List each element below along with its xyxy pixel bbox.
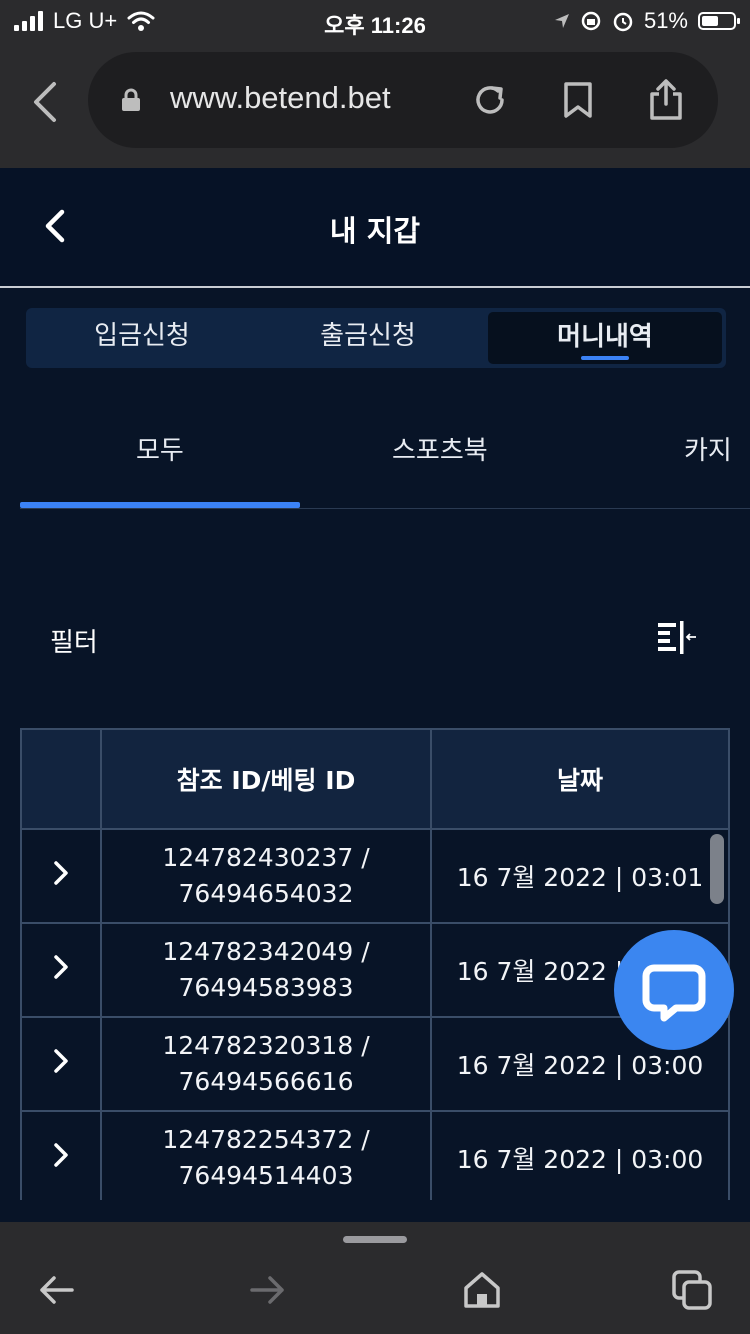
reference-id-cell: 124782430237 / 76494654032 bbox=[100, 828, 432, 924]
header-expand bbox=[20, 728, 102, 830]
tab-casino[interactable]: 카지 bbox=[684, 430, 732, 467]
active-segment-indicator bbox=[581, 356, 629, 360]
home-icon[interactable] bbox=[460, 1268, 504, 1312]
chevron-right-icon bbox=[54, 955, 68, 979]
bet-id: 76494583983 bbox=[178, 973, 354, 1002]
expand-row-button[interactable] bbox=[20, 1016, 102, 1112]
location-arrow-icon bbox=[554, 14, 569, 28]
bookmark-icon[interactable] bbox=[556, 78, 600, 122]
bet-id: 76494566616 bbox=[178, 1067, 354, 1096]
wallet-segment-control: 입금신청 출금신청 머니내역 bbox=[26, 308, 726, 368]
page-title: 내 지갑 bbox=[329, 214, 421, 248]
segment-money-history-label: 머니내역 bbox=[557, 322, 653, 352]
table-scrollbar[interactable] bbox=[710, 834, 724, 904]
date-cell: 16 7월 2022 | 03:01 bbox=[430, 828, 730, 924]
filter-collapse-icon[interactable] bbox=[656, 620, 698, 656]
expand-row-button[interactable] bbox=[20, 1110, 102, 1206]
alarm-icon bbox=[613, 12, 633, 32]
share-icon[interactable] bbox=[644, 78, 688, 122]
tab-all[interactable]: 모두 bbox=[136, 430, 184, 467]
browser-bottom-toolbar bbox=[0, 1222, 750, 1334]
status-bar: LG U+ 오후 11:26 51% bbox=[0, 0, 750, 42]
segment-money-history[interactable]: 머니내역 bbox=[488, 312, 722, 364]
reference-id: 124782254372 / bbox=[162, 1125, 370, 1154]
table-row[interactable]: 124782254372 / 76494514403 16 7월 2022 | … bbox=[20, 1110, 730, 1206]
url-text: www.betend.bet bbox=[170, 80, 391, 115]
tabs-icon[interactable] bbox=[670, 1268, 714, 1312]
active-tab-indicator bbox=[20, 502, 300, 508]
filter-label[interactable]: 필터 bbox=[50, 622, 98, 659]
chevron-right-icon bbox=[54, 861, 68, 885]
expand-row-button[interactable] bbox=[20, 828, 102, 924]
category-tabs: 모두 스포츠북 카지 bbox=[20, 400, 750, 509]
segment-withdraw-label: 출금신청 bbox=[320, 321, 416, 351]
lock-icon bbox=[122, 88, 140, 111]
reference-id: 124782430237 / bbox=[162, 843, 370, 872]
chevron-right-icon bbox=[54, 1049, 68, 1073]
browser-nav-back-icon[interactable] bbox=[34, 1268, 78, 1312]
table-header-row: 참조 ID/베팅 ID 날짜 bbox=[20, 728, 730, 830]
drag-handle[interactable] bbox=[343, 1236, 407, 1243]
battery-percentage: 51% bbox=[643, 8, 688, 33]
live-chat-button[interactable] bbox=[614, 930, 734, 1050]
segment-withdraw[interactable]: 출금신청 bbox=[252, 308, 484, 368]
rotation-lock-icon bbox=[581, 11, 601, 31]
address-bar[interactable]: www.betend.bet bbox=[88, 52, 718, 148]
reference-id: 124782342049 / bbox=[162, 937, 370, 966]
segment-deposit[interactable]: 입금신청 bbox=[26, 308, 258, 368]
reference-id-cell: 124782320318 / 76494566616 bbox=[100, 1016, 432, 1112]
date-cell: 16 7월 2022 | 03:00 bbox=[430, 1110, 730, 1206]
expand-row-button[interactable] bbox=[20, 922, 102, 1018]
browser-back-icon[interactable] bbox=[28, 80, 62, 124]
bet-id: 76494514403 bbox=[178, 1161, 354, 1190]
segment-deposit-label: 입금신청 bbox=[94, 321, 190, 351]
browser-nav-forward-icon[interactable] bbox=[246, 1268, 290, 1312]
bet-id: 76494654032 bbox=[178, 879, 354, 908]
reload-icon[interactable] bbox=[468, 78, 512, 122]
header-reference-id: 참조 ID/베팅 ID bbox=[100, 728, 432, 830]
page-header: 내 지갑 bbox=[0, 168, 750, 288]
table-row[interactable]: 124782430237 / 76494654032 16 7월 2022 | … bbox=[20, 828, 730, 924]
chevron-right-icon bbox=[54, 1143, 68, 1167]
reference-id-cell: 124782254372 / 76494514403 bbox=[100, 1110, 432, 1206]
browser-toolbar: www.betend.bet bbox=[0, 42, 750, 168]
reference-id: 124782320318 / bbox=[162, 1031, 370, 1060]
tab-sportsbook[interactable]: 스포츠북 bbox=[392, 430, 488, 467]
header-date: 날짜 bbox=[430, 728, 730, 830]
reference-id-cell: 124782342049 / 76494583983 bbox=[100, 922, 432, 1018]
chat-bubble-icon bbox=[642, 964, 706, 1022]
battery-icon bbox=[698, 12, 740, 30]
